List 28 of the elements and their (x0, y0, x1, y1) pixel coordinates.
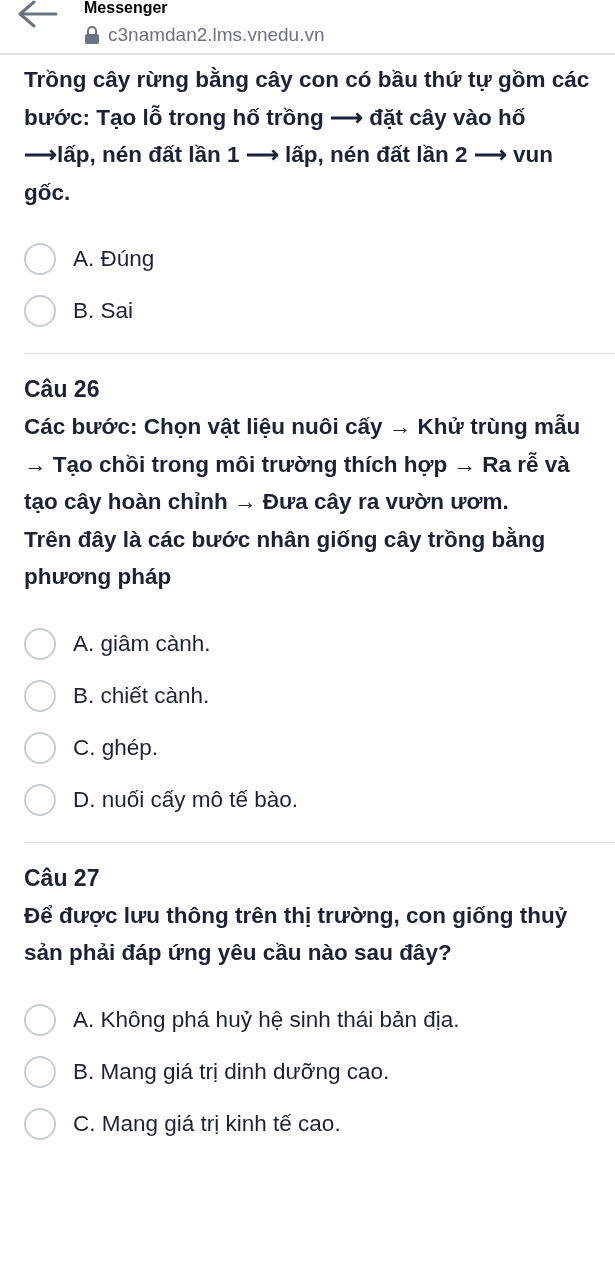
radio-button[interactable] (24, 295, 56, 327)
radio-button[interactable] (24, 1055, 56, 1088)
page-title: Messenger (84, 0, 169, 16)
option-text: C. ghép. (73, 733, 159, 762)
option-text: A. giâm cành. (73, 629, 211, 658)
question-number: Câu 27 (24, 863, 101, 893)
radio-button[interactable] (24, 1107, 56, 1140)
lock-icon (84, 26, 100, 44)
question-number: Câu 26 (24, 375, 101, 404)
option-text: B. Sai (73, 297, 134, 325)
option-text: A. Đúng (73, 245, 155, 273)
option-text: A. Không phá huỷ hệ sinh thái bản địa. (73, 1005, 460, 1034)
radio-button[interactable] (24, 731, 56, 764)
option-text: B. Mang giá trị dinh dưỡng cao. (73, 1057, 390, 1086)
question-text: Để được lưu thông trên thị trường, con giống thuỷ sản phải đáp ứng yêu cầu nào sau đây? (24, 901, 569, 967)
option-text: B. chiết cành. (73, 681, 210, 710)
option-text: C. Mang giá trị kinh tế cao. (73, 1109, 341, 1138)
radio-button[interactable] (24, 243, 56, 275)
question-text: Trên đây là các bước nhân giống cây trồng bằng phương pháp (24, 525, 547, 591)
question-text: Trồng cây rừng bằng cây con có bầu thứ tự gồm các bước: Tạo lỗ trong hố trồng ⟶ đặt cây vào hố ⟶lấp, nén đất lần 1 ⟶ lấp, nén đất lần 2 ⟶ vun gốc. (24, 66, 591, 207)
radio-button[interactable] (24, 627, 56, 660)
radio-button[interactable] (24, 679, 56, 712)
radio-button[interactable] (24, 783, 56, 816)
question-text: Các bước: Chọn vật liệu nuôi cấy → Khử trùng mẫu → Tạo chồi trong môi trường thích hợp → Ra rễ và tạo cây hoàn chỉnh → Đưa cây ra vườn ươm. (24, 413, 582, 516)
page-url: c3namdan2.lms.vnedu.vn (108, 24, 325, 46)
option-text: D. nuối cấy mô tế bào. (73, 785, 299, 814)
radio-button[interactable] (24, 1003, 56, 1036)
back-arrow-icon[interactable] (18, 0, 58, 28)
